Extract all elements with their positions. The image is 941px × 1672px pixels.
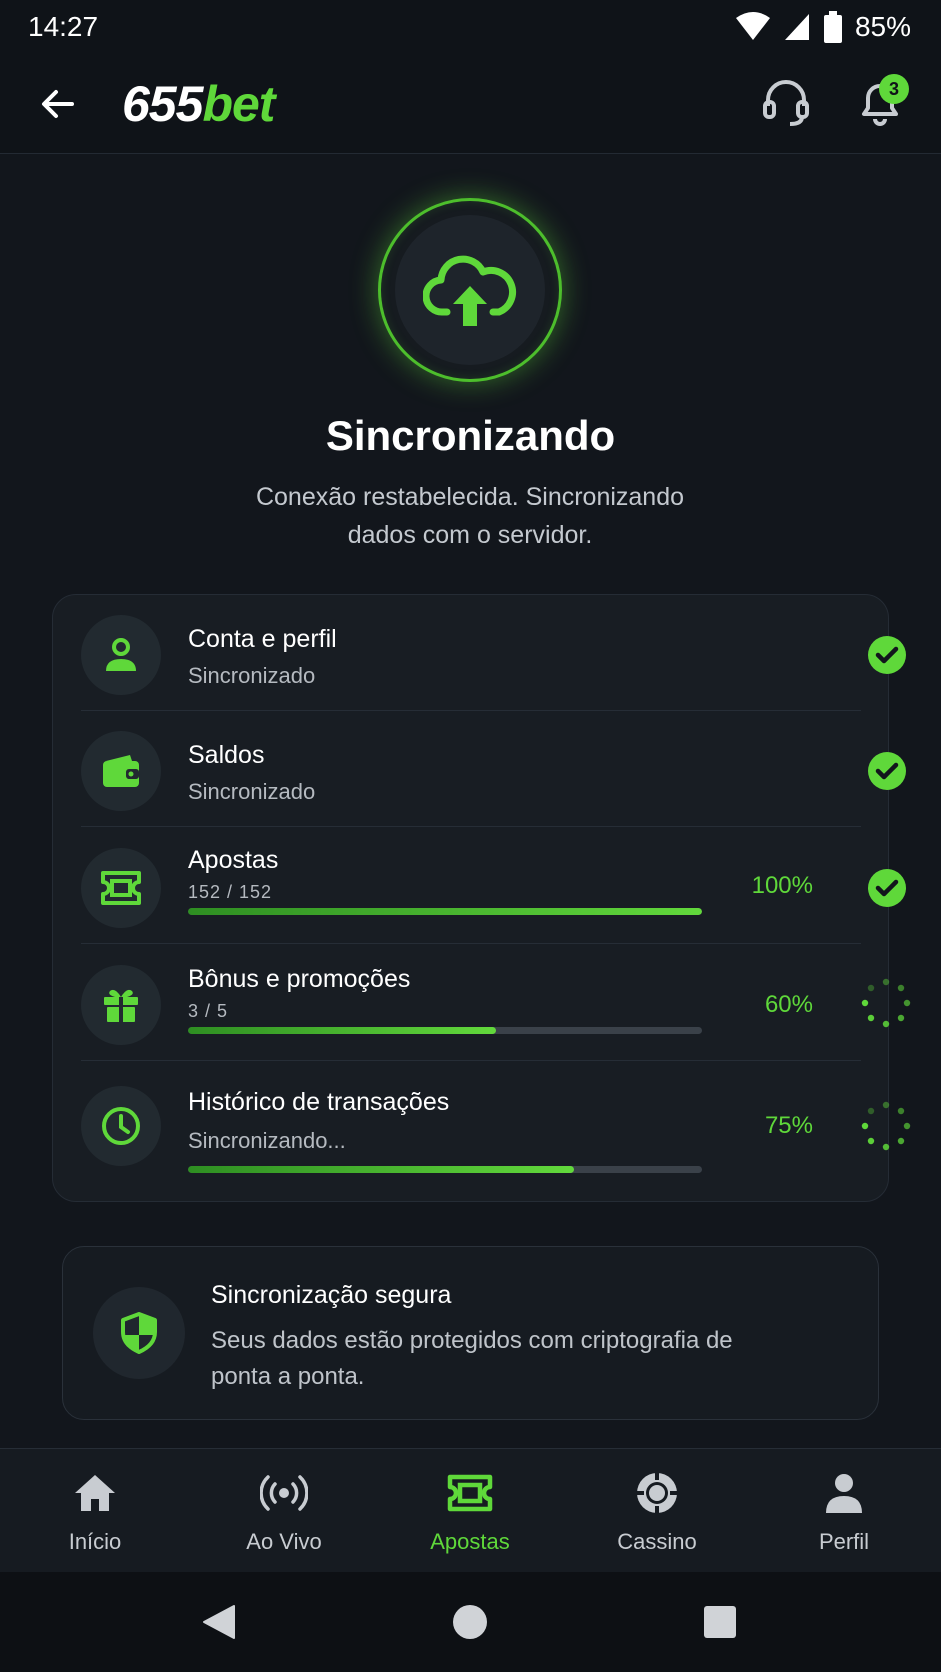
- nav-item-apostas[interactable]: Apostas: [376, 1449, 564, 1573]
- sync-item-title: Conta e perfil: [188, 625, 337, 653]
- sync-item-title: Saldos: [188, 741, 265, 769]
- sync-item-percent: 100%: [751, 872, 813, 899]
- progress-bar: [188, 1166, 702, 1173]
- page-subtitle: Conexão restabelecida. Sincronizando dad…: [255, 483, 685, 549]
- system-back-icon[interactable]: [200, 1602, 240, 1642]
- nav-item-inicio[interactable]: Início: [1, 1449, 189, 1573]
- sync-item-count: 3 / 5: [188, 1001, 229, 1021]
- battery-percent: 85%: [854, 11, 911, 42]
- gift-icon: [81, 965, 161, 1045]
- nav-label: Cassino: [617, 1529, 697, 1554]
- page-title: Sincronizando: [325, 412, 616, 459]
- bottom-navigation: Início Ao Vivo Apostas Cassino Perfil: [0, 1448, 941, 1572]
- progress-fill: [188, 1027, 497, 1034]
- sync-item-count: 152 / 152: [188, 882, 273, 902]
- home-icon: [75, 1475, 115, 1511]
- notification-badge: 3: [879, 74, 909, 104]
- person-icon: [826, 1474, 862, 1513]
- ticket-icon: [447, 1474, 493, 1512]
- secure-title: Sincronização segura: [211, 1281, 452, 1309]
- wifi-icon: [735, 12, 770, 40]
- user-icon: [81, 615, 161, 695]
- system-home-icon[interactable]: [450, 1602, 490, 1642]
- sync-item-percent: 60%: [764, 991, 813, 1018]
- wallet-icon: [81, 731, 161, 811]
- sync-status-ring: [378, 198, 562, 382]
- signal-icon: [784, 14, 809, 40]
- logo-bet: bet: [202, 76, 275, 132]
- secure-description: Seus dados estão protegidos com criptogr…: [211, 1327, 733, 1390]
- back-arrow-icon[interactable]: [36, 82, 80, 126]
- sync-item-transactions: Histórico de transações Sincronizando...…: [81, 1062, 911, 1178]
- sync-list-card: Conta e perfil Sincronizado Saldos Sincr…: [52, 594, 911, 1202]
- check-circle-icon: [868, 752, 906, 790]
- sync-item-title: Bônus e promoções: [188, 965, 411, 993]
- sync-item-subtitle: Sincronizado: [188, 663, 316, 688]
- progress-bar: [188, 1027, 702, 1034]
- sync-item-account: Conta e perfil Sincronizado: [81, 595, 906, 711]
- nav-label: Ao Vivo: [246, 1529, 322, 1554]
- sync-item-percent: 75%: [764, 1112, 813, 1139]
- headset-support-icon[interactable]: [762, 78, 810, 128]
- sync-item-title: Apostas: [188, 846, 279, 874]
- casino-chip-icon: [637, 1473, 677, 1513]
- app-header: 655bet 3: [0, 54, 941, 154]
- battery-icon: [823, 11, 842, 43]
- sync-item-bets: Apostas 152 / 152 100%: [81, 828, 906, 944]
- shield-icon: [93, 1287, 185, 1379]
- live-icon: [260, 1475, 308, 1511]
- cloud-upload-icon: [423, 255, 517, 326]
- system-navigation-bar: [0, 1572, 941, 1672]
- brand-logo: 655bet: [122, 72, 275, 136]
- sync-item-bonus: Bônus e promoções 3 / 5 60%: [81, 945, 911, 1061]
- status-time: 14:27: [28, 11, 99, 42]
- sync-item-subtitle: Sincronizado: [188, 779, 316, 804]
- progress-bar: [188, 908, 702, 915]
- nav-label: Perfil: [818, 1529, 870, 1554]
- progress-fill: [188, 908, 702, 915]
- sync-status-inner: [395, 215, 545, 365]
- sync-item-title: Histórico de transações: [188, 1088, 450, 1116]
- nav-item-cassino[interactable]: Cassino: [563, 1449, 751, 1573]
- check-circle-icon: [868, 636, 906, 674]
- system-recents-icon[interactable]: [700, 1602, 740, 1642]
- status-icons: 85%: [735, 11, 911, 43]
- nav-label: Início: [68, 1529, 122, 1554]
- clock-icon: [81, 1086, 161, 1166]
- sync-item-balances: Saldos Sincronizado: [81, 711, 906, 827]
- ticket-icon: [81, 848, 161, 928]
- sync-item-subtitle: Sincronizando...: [188, 1128, 346, 1153]
- secure-sync-card: Sincronização segura Seus dados estão pr…: [62, 1246, 879, 1420]
- progress-fill: [188, 1166, 574, 1173]
- check-circle-icon: [868, 869, 906, 907]
- logo-number: 655: [122, 76, 203, 132]
- loading-spinner-icon: [861, 978, 911, 1028]
- nav-label: Apostas: [430, 1529, 510, 1554]
- nav-item-ao-vivo[interactable]: Ao Vivo: [190, 1449, 378, 1573]
- status-bar: 14:27 85%: [0, 0, 941, 54]
- loading-spinner-icon: [861, 1101, 911, 1151]
- nav-item-perfil[interactable]: Perfil: [750, 1449, 938, 1573]
